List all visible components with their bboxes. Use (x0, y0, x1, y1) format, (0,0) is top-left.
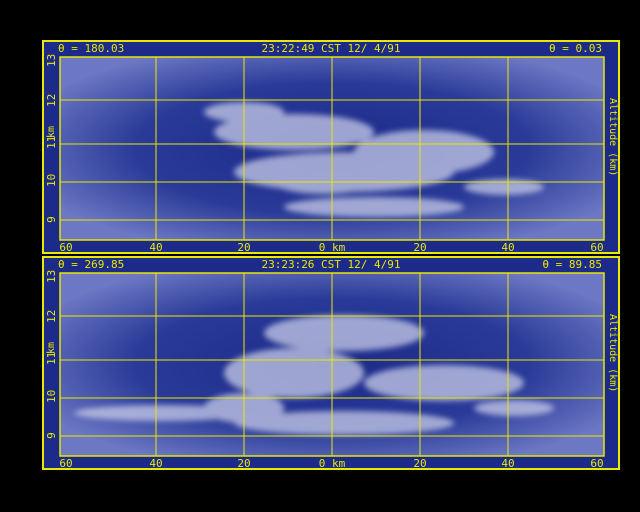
x-tick: 60 (59, 241, 73, 254)
x-tick: 40 (501, 457, 515, 470)
y-axis-label-left: km (46, 341, 57, 354)
x-tick: 20 (413, 241, 427, 254)
x-tick: 60 (590, 457, 604, 470)
x-tick: 60 (590, 241, 604, 254)
x-tick: 20 (413, 457, 427, 470)
y-axis-label-left: km (46, 125, 57, 138)
x-tick: 0 km (318, 241, 346, 254)
y-tick: 9 (45, 216, 58, 223)
y-tick: 13 (45, 269, 58, 283)
y-tick: 13 (45, 53, 58, 67)
lidar-panel-top: θ = 180.03 23:22:49 CST 12/ 4/91 θ = 0.0… (42, 40, 620, 254)
x-tick: 20 (237, 457, 251, 470)
x-tick: 60 (59, 457, 73, 470)
y-tick: 12 (45, 309, 58, 323)
y-tick: 9 (45, 432, 58, 439)
lidar-panel-bottom: θ = 269.85 23:23:26 CST 12/ 4/91 θ = 89.… (42, 256, 620, 470)
x-tick: 40 (149, 241, 163, 254)
y-axis-label-right: Altitude (km) (607, 314, 618, 393)
lidar-image (59, 272, 605, 457)
y-tick: 10 (45, 173, 58, 187)
x-tick: 40 (501, 241, 515, 254)
lidar-image (59, 56, 605, 241)
y-tick: 10 (45, 389, 58, 403)
x-tick: 0 km (318, 457, 346, 470)
x-tick: 40 (149, 457, 163, 470)
x-tick: 20 (237, 241, 251, 254)
y-tick: 12 (45, 93, 58, 107)
y-axis-label-right: Altitude (km) (607, 98, 618, 177)
